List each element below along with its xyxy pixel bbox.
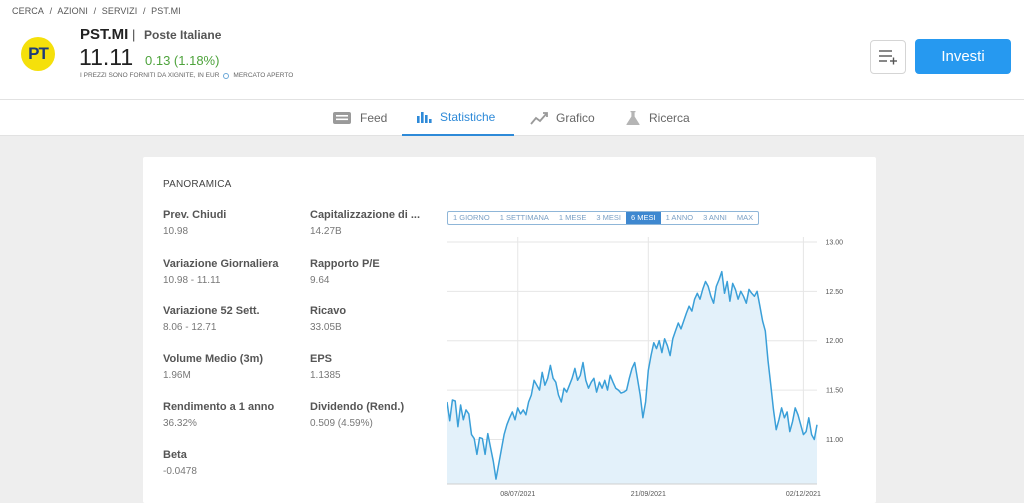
invest-button[interactable]: Investi	[915, 39, 1011, 74]
x-tick-label: 08/07/2021	[500, 491, 535, 498]
breadcrumb-item-azioni[interactable]: AZIONI	[57, 6, 88, 16]
range-max[interactable]: MAX	[732, 212, 758, 224]
add-to-watchlist-button[interactable]	[870, 40, 906, 74]
stat-value: 9.64	[310, 275, 330, 286]
y-tick-label: 12.50	[825, 289, 843, 296]
logo-mark: PT	[21, 37, 55, 71]
stat-label: Dividendo (Rend.)	[310, 401, 405, 413]
add-to-list-icon	[879, 50, 897, 65]
stock-header: CERCA / AZIONI / SERVIZI / PST.MI PT PST…	[0, 0, 1024, 100]
x-tick-label: 02/12/2021	[786, 491, 821, 498]
stat-label: Variazione Giornaliera	[163, 258, 279, 270]
stat-value: 1.96M	[163, 370, 191, 381]
stat-label: Beta	[163, 449, 187, 461]
tab-label: Ricerca	[649, 111, 690, 125]
stat-value: 0.509 (4.59%)	[310, 418, 373, 429]
stat-value: 14.27B	[310, 226, 342, 237]
y-tick-label: 13.00	[825, 239, 843, 246]
stat-1y-return: Rendimento a 1 anno 36.32%	[163, 401, 303, 429]
stat-value: -0.0478	[163, 466, 197, 477]
overview-card: PANORAMICA Prev. Chiudi 10.98 Variazione…	[143, 157, 876, 503]
breadcrumb-separator: /	[142, 6, 146, 16]
stat-label: Variazione 52 Sett.	[163, 305, 260, 317]
stat-label: EPS	[310, 353, 333, 365]
tab-feed[interactable]: Feed	[332, 100, 388, 136]
tab-statistiche[interactable]: Statistiche	[402, 100, 514, 136]
stat-avg-volume: Volume Medio (3m) 1.96M	[163, 353, 303, 381]
range-6-months[interactable]: 6 MESI	[625, 212, 661, 224]
time-range-selector: 1 GIORNO 1 SETTIMANA 1 MESE 3 MESI 6 MES…	[447, 211, 760, 225]
stat-label: Ricavo	[310, 305, 347, 317]
breadcrumb-item-current: PST.MI	[151, 6, 181, 16]
breadcrumb-separator: /	[93, 6, 97, 16]
tab-label: Feed	[360, 111, 388, 125]
price-area	[447, 271, 817, 484]
stat-day-range: Variazione Giornaliera 10.98 - 11.11	[163, 258, 303, 286]
ticker-symbol: PST.MI	[80, 26, 129, 43]
stat-value: 10.98 - 11.11	[163, 275, 221, 286]
tab-label: Grafico	[556, 111, 595, 125]
bar-chart-icon	[417, 112, 432, 123]
company-logo: PT	[12, 28, 64, 80]
stat-label: Volume Medio (3m)	[163, 353, 264, 365]
stat-beta: Beta -0.0478	[163, 449, 303, 477]
breadcrumb: CERCA / AZIONI / SERVIZI / PST.MI	[12, 6, 184, 16]
title-separator: |	[132, 27, 136, 42]
range-1-day[interactable]: 1 GIORNO	[448, 212, 495, 224]
price-source-text: I PREZZI SONO FORNITI DA XIGNITE, IN EUR	[80, 72, 220, 79]
tab-label: Statistiche	[440, 110, 496, 124]
feed-icon	[333, 112, 351, 124]
price-chart[interactable]: 13.00 12.50 12.00 11.50 11.00 08/07/2021 21/09…	[447, 233, 857, 503]
stat-label: Prev. Chiudi	[163, 209, 227, 221]
x-tick-label: 21/09/2021	[631, 491, 666, 498]
clock-icon	[223, 72, 230, 79]
market-status: MERCATO APERTO	[233, 72, 294, 79]
stat-label: Capitalizzazione di ...	[310, 209, 421, 221]
flask-icon	[626, 111, 640, 125]
range-3-years[interactable]: 3 ANNI	[698, 212, 732, 224]
range-1-week[interactable]: 1 SETTIMANA	[495, 212, 554, 224]
stat-value: 10.98	[163, 226, 189, 237]
tab-grafico[interactable]: Grafico	[530, 100, 600, 136]
stat-value: 1.1385	[310, 370, 341, 381]
range-3-months[interactable]: 3 MESI	[591, 212, 626, 224]
stat-value: 33.05B	[310, 322, 342, 333]
stat-label: Rapporto P/E	[310, 258, 380, 270]
y-tick-label: 11.50	[826, 388, 843, 395]
y-tick-label: 11.00	[826, 437, 843, 444]
company-name: Poste Italiane	[144, 28, 222, 42]
stat-pe-ratio: Rapporto P/E 9.64	[310, 258, 450, 286]
price-change: 0.13 (1.18%)	[145, 53, 220, 68]
current-price: 11.11	[79, 44, 134, 70]
stat-label: Rendimento a 1 anno	[163, 401, 275, 413]
overview-title: PANORAMICA	[163, 179, 232, 190]
line-chart-icon	[530, 112, 548, 125]
stat-market-cap: Capitalizzazione di ... 14.27B	[310, 209, 422, 237]
stat-52-week-range: Variazione 52 Sett. 8.06 - 12.71	[163, 305, 303, 333]
breadcrumb-item-servizi[interactable]: SERVIZI	[102, 6, 138, 16]
range-1-year[interactable]: 1 ANNO	[661, 212, 699, 224]
stat-eps: EPS 1.1385	[310, 353, 450, 381]
section-tabs: Feed Statistiche Grafico Ricerca	[0, 100, 1024, 136]
breadcrumb-item-cerca[interactable]: CERCA	[12, 6, 44, 16]
tab-ricerca[interactable]: Ricerca	[625, 100, 695, 136]
stat-value: 8.06 - 12.71	[163, 322, 217, 333]
breadcrumb-separator: /	[49, 6, 53, 16]
y-tick-label: 12.00	[825, 338, 843, 345]
stat-value: 36.32%	[163, 418, 197, 429]
stat-revenue: Ricavo 33.05B	[310, 305, 450, 333]
range-1-month[interactable]: 1 MESE	[554, 212, 592, 224]
stat-prev-close: Prev. Chiudi 10.98	[163, 209, 303, 237]
price-note: I PREZZI SONO FORNITI DA XIGNITE, IN EUR…	[80, 72, 293, 79]
stat-dividend: Dividendo (Rend.) 0.509 (4.59%)	[310, 401, 450, 429]
